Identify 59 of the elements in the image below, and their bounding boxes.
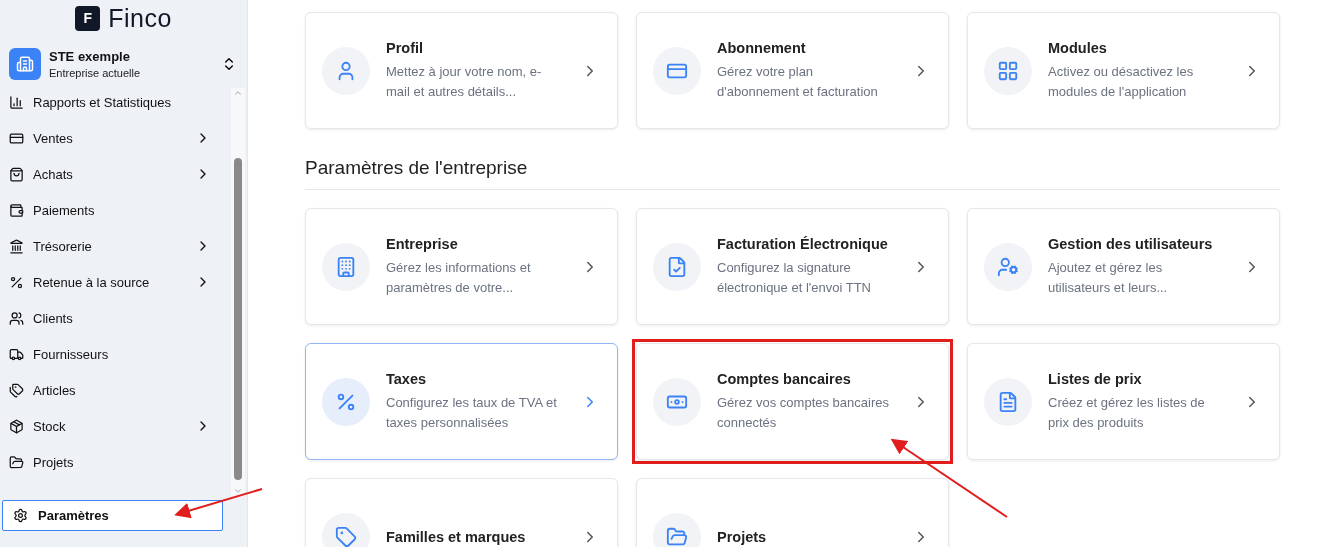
card-title: Profil bbox=[386, 39, 425, 56]
settings-card[interactable]: Gestion des utilisateurs Ajoutez et gérez les utilisateurs et leurs... bbox=[967, 208, 1280, 325]
card-description: Gérez les informations et paramètres de votre... bbox=[386, 258, 532, 297]
scroll-down-icon[interactable] bbox=[233, 486, 243, 496]
sidebar-item[interactable]: Clients bbox=[0, 300, 231, 336]
card-description: Mettez à jour votre nom, e-mail et autres détails... bbox=[386, 62, 543, 101]
card-description: Activez ou désactivez les modules de l'application bbox=[1048, 62, 1195, 101]
settings-card[interactable]: Familles et marques bbox=[305, 478, 618, 547]
card-description: Gérez vos comptes bancaires connectés bbox=[717, 393, 890, 432]
settings-card[interactable]: Listes de prix Créez et gérez les listes de prix des produits bbox=[967, 343, 1280, 460]
grid-icon bbox=[997, 59, 1019, 82]
settings-card[interactable]: Taxes Configurez les taux de TVA et taxes personnalisées bbox=[305, 343, 618, 460]
folder-icon bbox=[666, 525, 688, 547]
card-description: Gérez votre plan d'abonnement et facturation bbox=[717, 62, 879, 101]
sidebar-item[interactable]: Fournisseurs bbox=[0, 336, 231, 372]
card-title: Taxes bbox=[386, 370, 428, 387]
card-title: Modules bbox=[1048, 39, 1108, 56]
settings-card[interactable]: Facturation Électronique Configurez la signature électronique et l'envoi TTN bbox=[636, 208, 949, 325]
sidebar-item[interactable]: Retenue à la source bbox=[0, 264, 231, 300]
settings-icon bbox=[13, 508, 28, 523]
company-name: STE exemple bbox=[49, 49, 131, 64]
card-title: Projets bbox=[717, 528, 768, 545]
card-title: Facturation Électronique bbox=[717, 235, 889, 252]
logo-mark: F bbox=[75, 5, 101, 31]
card-title: Comptes bancaires bbox=[717, 370, 852, 387]
sidebar-item[interactable]: Rapports et Statistiques bbox=[0, 84, 231, 120]
card-description: Configurez la signature électronique et l'envoi TTN bbox=[717, 258, 872, 297]
settings-card[interactable]: Entreprise Gérez les informations et paramètres de votre... bbox=[305, 208, 618, 325]
tag-icon bbox=[335, 525, 357, 547]
sidebar-item[interactable]: Articles bbox=[0, 372, 231, 408]
sidebar-item[interactable]: Trésorerie bbox=[0, 228, 231, 264]
card-title: Abonnement bbox=[717, 39, 807, 56]
settings-card[interactable]: Modules Activez ou désactivez les modules de l'application bbox=[967, 12, 1280, 129]
sidebar-item[interactable]: Ventes bbox=[0, 120, 231, 156]
settings-card[interactable]: Comptes bancaires Gérez vos comptes bancaires connectés bbox=[636, 343, 949, 460]
building-icon bbox=[9, 48, 41, 80]
card-description: Configurez les taux de TVA et taxes personnalisées bbox=[386, 393, 558, 432]
sidebar-item[interactable]: Projets bbox=[0, 444, 231, 480]
settings-nav-item[interactable]: Paramètres bbox=[2, 500, 223, 531]
sidebar-item[interactable]: Achats bbox=[0, 156, 231, 192]
sidebar-item[interactable]: Stock bbox=[0, 408, 231, 444]
document-icon bbox=[997, 390, 1019, 413]
user-gear-icon bbox=[997, 255, 1019, 278]
section-title: Paramètres de l'entreprise bbox=[305, 157, 1280, 190]
settings-card[interactable]: Profil Mettez à jour votre nom, e-mail et autres détails... bbox=[305, 12, 618, 129]
building-icon bbox=[335, 255, 357, 278]
settings-card[interactable]: Abonnement Gérez votre plan d'abonnement et facturation bbox=[636, 12, 949, 129]
card-description: Ajoutez et gérez les utilisateurs et leurs... bbox=[1048, 258, 1169, 297]
file-check-icon bbox=[666, 255, 688, 278]
card-title: Listes de prix bbox=[1048, 370, 1143, 387]
logo-text: Finco bbox=[108, 3, 172, 33]
card-title: Familles et marques bbox=[386, 528, 527, 545]
card-description: Créez et gérez les listes de prix des produits bbox=[1048, 393, 1206, 432]
company-subtitle: Entreprise actuelle bbox=[49, 67, 142, 79]
card-title: Gestion des utilisateurs bbox=[1048, 235, 1214, 252]
settings-card[interactable]: Projets bbox=[636, 478, 949, 547]
card-title: Entreprise bbox=[386, 235, 459, 252]
scrollbar[interactable] bbox=[231, 88, 245, 496]
sidebar-item[interactable]: Paiements bbox=[0, 192, 231, 228]
